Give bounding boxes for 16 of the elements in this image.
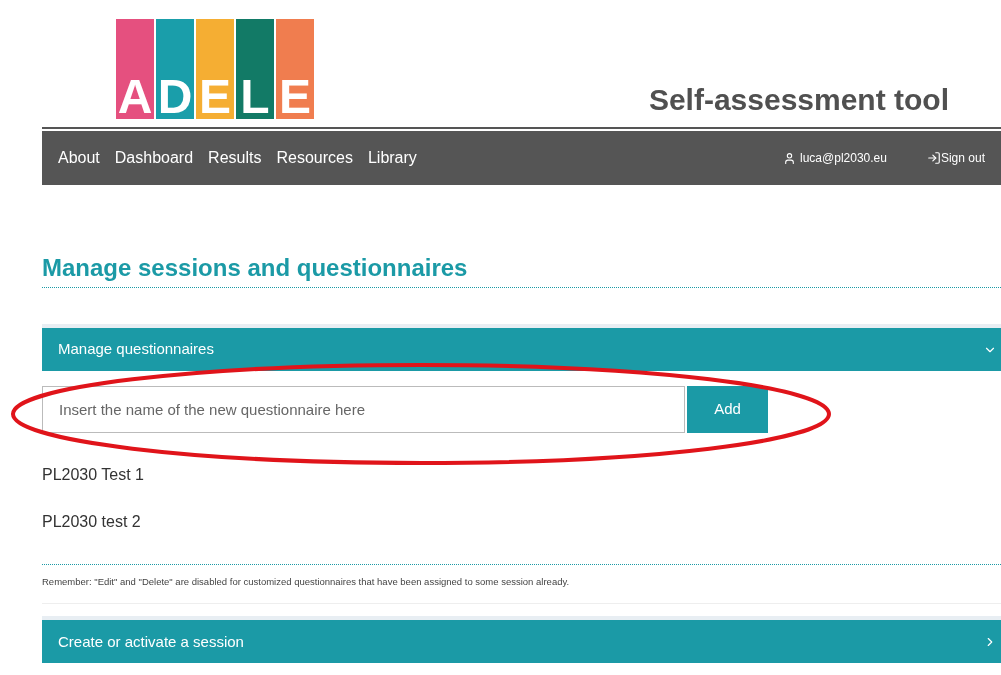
nav-link[interactable]: Library — [367, 146, 417, 170]
page-title: Manage sessions and questionnaires — [42, 253, 469, 283]
nav-link[interactable]: Resources — [276, 146, 353, 170]
questionnaire-name-input[interactable]: Insert the name of the new questionnaire here — [42, 386, 685, 433]
nav-link[interactable]: Results — [208, 146, 262, 170]
user-link[interactable]: luca@pl2030.eu — [783, 149, 887, 167]
adele-logo: A D E L E — [116, 19, 314, 119]
user-icon — [783, 151, 797, 165]
nav-link[interactable]: Dashboard — [114, 146, 194, 170]
app-title: Self-assessment tool — [648, 82, 949, 118]
sign-out-icon — [926, 151, 941, 165]
questionnaire-item[interactable]: PL2030 Test 1 — [42, 465, 1001, 485]
nav-link[interactable]: About — [58, 146, 100, 170]
sign-out-link[interactable]: Sign out — [926, 149, 985, 167]
note-text: Remember: "Edit" and "Delete" are disabled for customized questionnaires that have been assigned to some session already. — [42, 575, 571, 589]
questionnaire-item[interactable]: PL2030 test 2 — [42, 512, 1001, 532]
